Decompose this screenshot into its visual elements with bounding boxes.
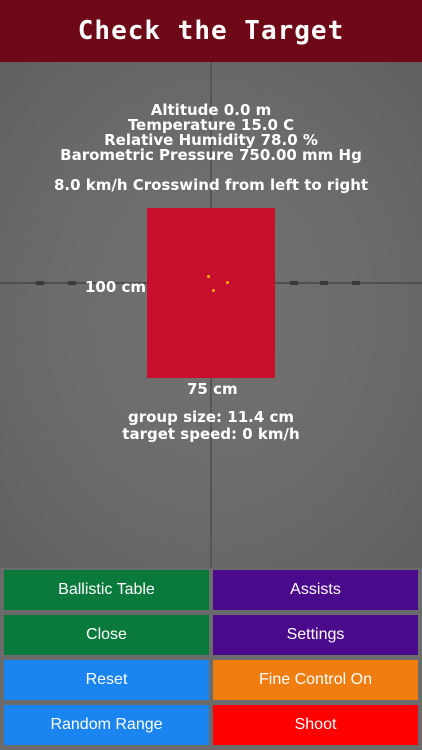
reticle-tick	[320, 281, 328, 285]
reticle-tick	[68, 281, 76, 285]
bullet-hole	[207, 275, 210, 278]
pressure-text: Barometric Pressure 750.00 mm Hg	[60, 146, 362, 164]
reticle-tick	[36, 281, 44, 285]
ballistic-table-button[interactable]: Ballistic Table	[4, 570, 209, 610]
random-range-button[interactable]: Random Range	[4, 705, 209, 745]
shoot-button[interactable]: Shoot	[213, 705, 418, 745]
assists-button[interactable]: Assists	[213, 570, 418, 610]
reticle-tick	[352, 281, 360, 285]
target-speed-text: target speed: 0 km/h	[122, 425, 300, 443]
wind-text: 8.0 km/h Crosswind from left to right	[53, 176, 369, 194]
reset-button[interactable]: Reset	[4, 660, 209, 700]
control-panel: Ballistic Table Assists Close Settings R…	[0, 568, 422, 750]
fine-control-button[interactable]: Fine Control On	[213, 660, 418, 700]
group-size-text: group size: 11.4 cm	[127, 408, 295, 426]
page-title: Check the Target	[77, 16, 345, 46]
title-bar: Check the Target	[0, 0, 422, 62]
settings-button[interactable]: Settings	[213, 615, 418, 655]
close-button[interactable]: Close	[4, 615, 209, 655]
target-paper	[147, 208, 275, 378]
bullet-hole	[212, 289, 215, 292]
reticle-tick	[290, 281, 298, 285]
target-width-label: 75 cm	[187, 380, 238, 398]
bullet-hole	[226, 281, 229, 284]
target-height-label: 100 cm	[85, 278, 147, 296]
